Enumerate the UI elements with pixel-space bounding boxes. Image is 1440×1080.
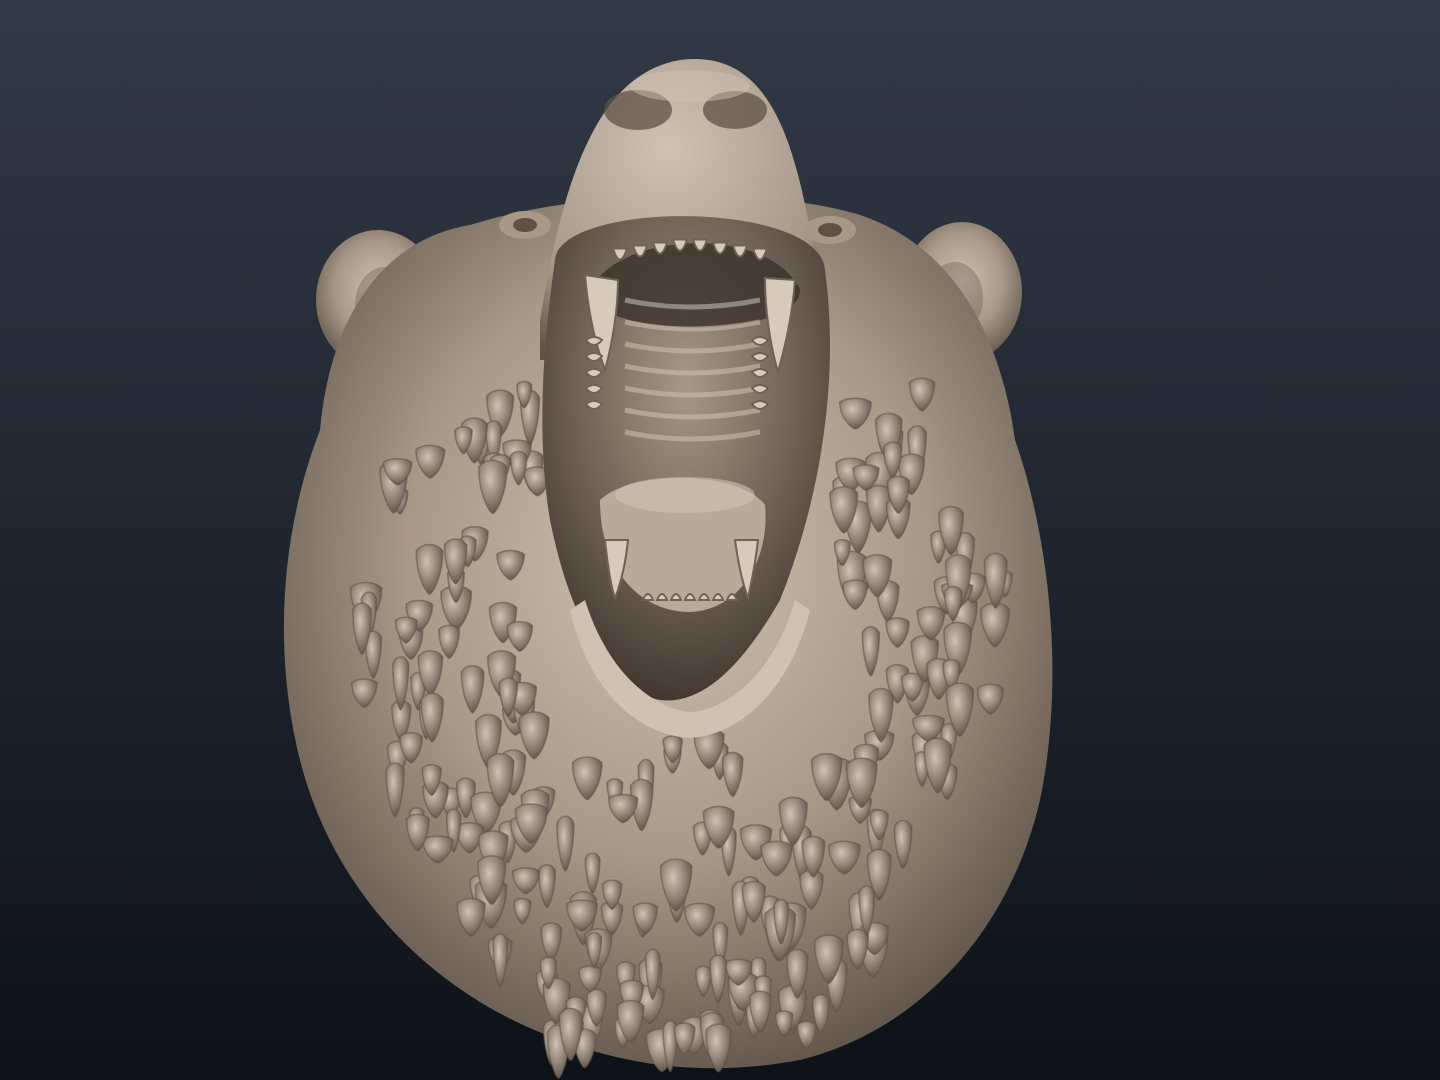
- molar: [750, 384, 770, 394]
- molar: [750, 336, 770, 346]
- molar: [750, 400, 770, 410]
- render-viewport: [0, 0, 1440, 1080]
- molar: [584, 352, 604, 362]
- molar: [750, 352, 770, 362]
- molar: [584, 368, 604, 378]
- sculpt-render: [0, 0, 1440, 1080]
- molar: [584, 336, 604, 346]
- molar: [584, 400, 604, 410]
- molar: [750, 368, 770, 378]
- molar: [584, 384, 604, 394]
